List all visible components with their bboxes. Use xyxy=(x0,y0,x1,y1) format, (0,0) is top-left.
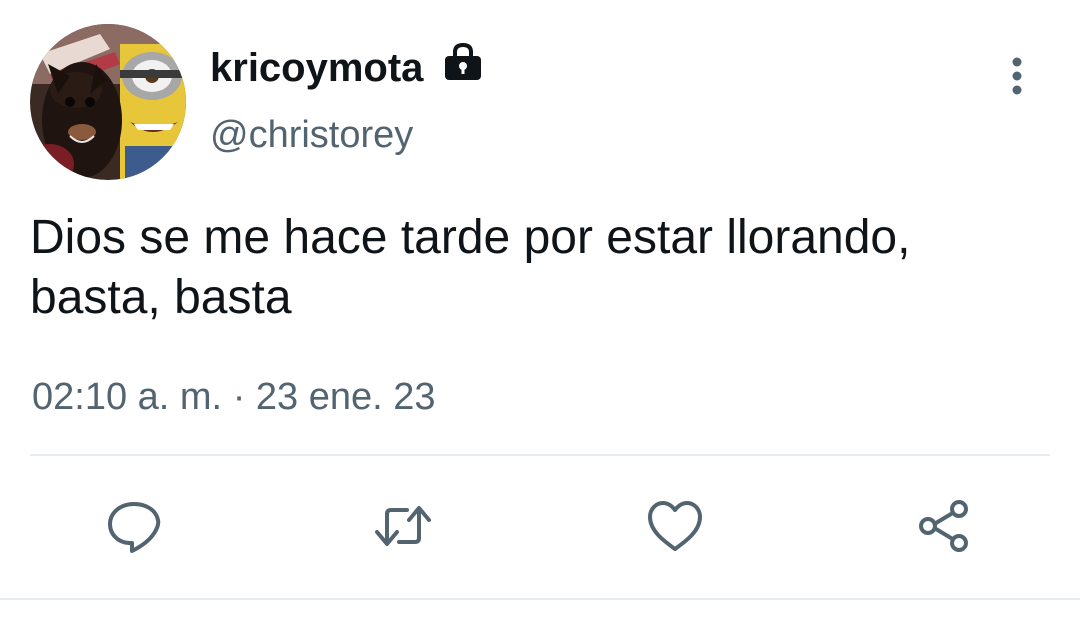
meta-separator: · xyxy=(232,376,246,418)
more-vertical-icon xyxy=(1012,57,1022,95)
display-name[interactable]: kricoymota xyxy=(210,44,423,92)
like-button[interactable] xyxy=(645,496,705,556)
heart-icon xyxy=(648,501,702,551)
reply-icon xyxy=(108,502,161,553)
tweet-date: 23 ene. 23 xyxy=(255,376,436,418)
retweet-button[interactable] xyxy=(373,496,433,556)
tweet-text: Dios se me hace tarde por estar llorando… xyxy=(30,208,1040,328)
retweet-icon xyxy=(375,506,431,546)
avatar[interactable] xyxy=(30,24,186,180)
lock-icon xyxy=(442,42,484,82)
tweet-timestamp[interactable]: 02:10 a. m. · 23 ene. 23 xyxy=(32,374,436,420)
bottom-divider xyxy=(0,598,1080,600)
tweet-time: 02:10 a. m. xyxy=(32,376,223,418)
tweet-text-line-1: Dios se me hace tarde por estar llorando… xyxy=(30,211,911,264)
tweet-text-line-2: basta, basta xyxy=(30,271,292,324)
divider xyxy=(30,454,1050,456)
share-button[interactable] xyxy=(914,496,974,556)
avatar-image xyxy=(30,24,186,180)
more-options-button[interactable] xyxy=(996,52,1038,100)
reply-button[interactable] xyxy=(104,496,164,556)
share-icon xyxy=(919,500,968,552)
user-handle[interactable]: @christorey xyxy=(210,112,413,158)
